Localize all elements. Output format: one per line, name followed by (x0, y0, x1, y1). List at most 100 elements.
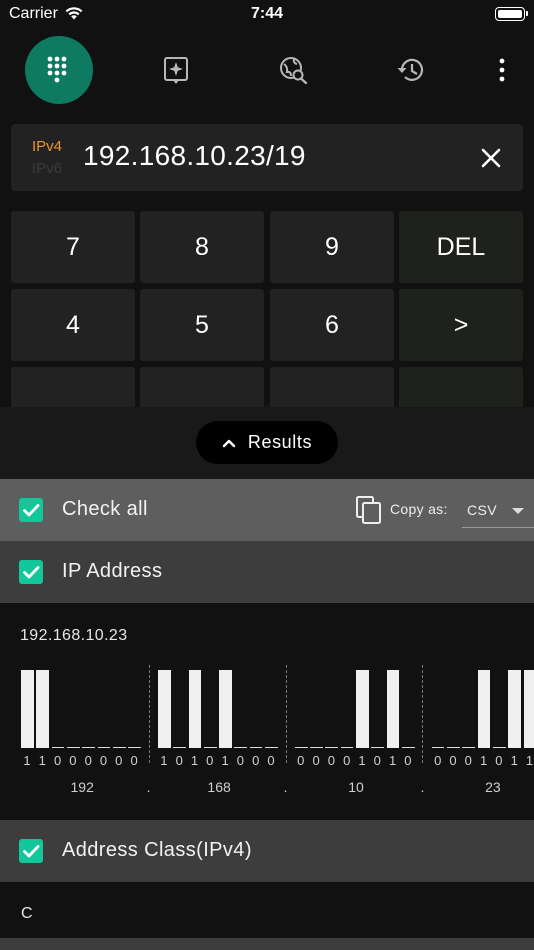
octet-dot: . (283, 779, 288, 795)
address-class-value: C (21, 905, 33, 922)
bit-digit: 0 (252, 753, 260, 768)
bit-bar-off (447, 747, 460, 748)
bit-bar-on (219, 670, 232, 748)
bit-digit: 0 (69, 753, 77, 768)
caret-down-icon (512, 508, 524, 514)
cursor-left-key[interactable]: < (399, 367, 523, 407)
bit-digit: 0 (175, 753, 183, 768)
bit-bar-on (356, 670, 369, 748)
bit-bar-off (234, 747, 248, 748)
bit-bar-on (36, 670, 50, 748)
toolbar (0, 36, 534, 104)
bit-digit: 0 (449, 753, 457, 768)
bit-bar-off (462, 747, 476, 748)
bit-digit: 0 (312, 753, 320, 768)
bit-digit: 0 (373, 753, 381, 768)
delete-key[interactable]: DEL (399, 211, 523, 283)
address-class-checkbox[interactable] (19, 839, 43, 863)
bit-bar-off (401, 747, 415, 748)
ipv4-toggle[interactable]: IPv4 (32, 138, 62, 155)
bit-digit: 0 (464, 753, 472, 768)
key-4[interactable]: 4 (11, 289, 135, 361)
key-8[interactable]: 8 (140, 211, 264, 283)
bit-bar-off (97, 747, 111, 748)
key-7[interactable]: 7 (11, 211, 135, 283)
next-row-strip (0, 938, 534, 950)
octet-separator-line (422, 665, 424, 763)
bit-bar-off (173, 747, 186, 748)
bit-bar-off (82, 747, 95, 748)
ipv6-toggle[interactable]: IPv6 (32, 160, 62, 177)
bit-digit: 0 (236, 753, 244, 768)
ip-address-checkbox[interactable] (19, 560, 43, 584)
key-3[interactable]: 3 (270, 367, 394, 407)
copy-icon[interactable] (355, 495, 383, 525)
key-6[interactable]: 6 (270, 289, 394, 361)
bit-bar-off (431, 747, 445, 748)
more-menu-button[interactable] (468, 36, 534, 104)
bit-bar-off (265, 747, 278, 748)
octet-dot: . (420, 779, 425, 795)
history-tool-button[interactable] (377, 36, 445, 104)
octet-separator-line (285, 665, 287, 763)
key-2[interactable]: 2 (140, 367, 264, 407)
bit-digit: 1 (221, 753, 229, 768)
ip-input-field[interactable]: 192.168.10.23/19 (83, 140, 306, 172)
bit-bar-off (249, 747, 263, 748)
key-9[interactable]: 9 (270, 211, 394, 283)
cursor-right-key[interactable]: > (399, 289, 523, 361)
ip-input-bar: IPv4 IPv6 192.168.10.23/19 (11, 124, 523, 191)
check-all-row: Check all Copy as: CSV (0, 479, 534, 541)
address-class-label: Address Class(IPv4) (62, 839, 252, 861)
keypad-tool-button[interactable] (25, 36, 93, 104)
bit-bar-on (386, 670, 400, 748)
bit-bar-off (128, 747, 141, 748)
checkmark-icon (23, 845, 40, 858)
ip-address-detail: 192.168.10.23 1 1 0 0 0 0 0 0 192. 1 0 1 0 1 0 0 0 168. 0 0… (0, 603, 534, 820)
octet-decimal: 23 (485, 779, 501, 795)
check-all-checkbox[interactable] (19, 498, 43, 522)
copy-format-value: CSV (467, 502, 497, 518)
bit-bar-off (340, 747, 354, 748)
bit-digit: 0 (115, 753, 123, 768)
bit-digit: 0 (297, 753, 305, 768)
clock: 7:44 (250, 5, 284, 22)
history-icon (397, 58, 424, 81)
bit-bar-off (294, 747, 308, 748)
bit-digit: 0 (495, 753, 503, 768)
bit-bar-off (203, 747, 217, 748)
address-class-row: Address Class(IPv4) (0, 820, 534, 882)
bit-digit: 1 (358, 753, 366, 768)
bit-bar-off (66, 747, 80, 748)
bit-bar-off (112, 747, 126, 748)
octet-decimal: 192 (70, 779, 94, 795)
results-toggle-button[interactable]: Results (196, 421, 338, 464)
bit-digit: 0 (99, 753, 108, 768)
bit-bar-off (371, 747, 385, 748)
sparkle-frame-icon (164, 57, 188, 84)
key-5[interactable]: 5 (140, 289, 264, 361)
globe-search-tool-button[interactable] (260, 36, 328, 104)
results-label: Results (247, 432, 313, 452)
clear-icon[interactable] (477, 144, 505, 172)
octet-decimal: 10 (348, 779, 364, 795)
bit-bar-on (523, 670, 534, 748)
copy-as-label: Copy as: (390, 501, 448, 517)
bit-digit: 0 (434, 753, 442, 768)
ip-address-label: IP Address (62, 560, 163, 582)
key-1[interactable]: 1 (11, 367, 135, 407)
copy-format-select[interactable]: CSV (462, 497, 534, 528)
bit-digit: 1 (160, 753, 168, 768)
ip-address-value: 192.168.10.23 (20, 627, 128, 644)
bit-digit: 1 (510, 753, 518, 768)
bit-bar-off (51, 747, 65, 748)
bit-digit: 0 (327, 753, 335, 768)
bit-digit: 0 (130, 753, 138, 768)
bit-bar-on (157, 670, 171, 748)
sparkle-tool-button[interactable] (142, 36, 210, 104)
bit-bar-on (477, 670, 491, 748)
chevron-up-icon (222, 439, 236, 447)
bit-digit: 1 (38, 753, 46, 768)
checkmark-icon (23, 504, 40, 517)
bit-bar-on (21, 670, 34, 748)
